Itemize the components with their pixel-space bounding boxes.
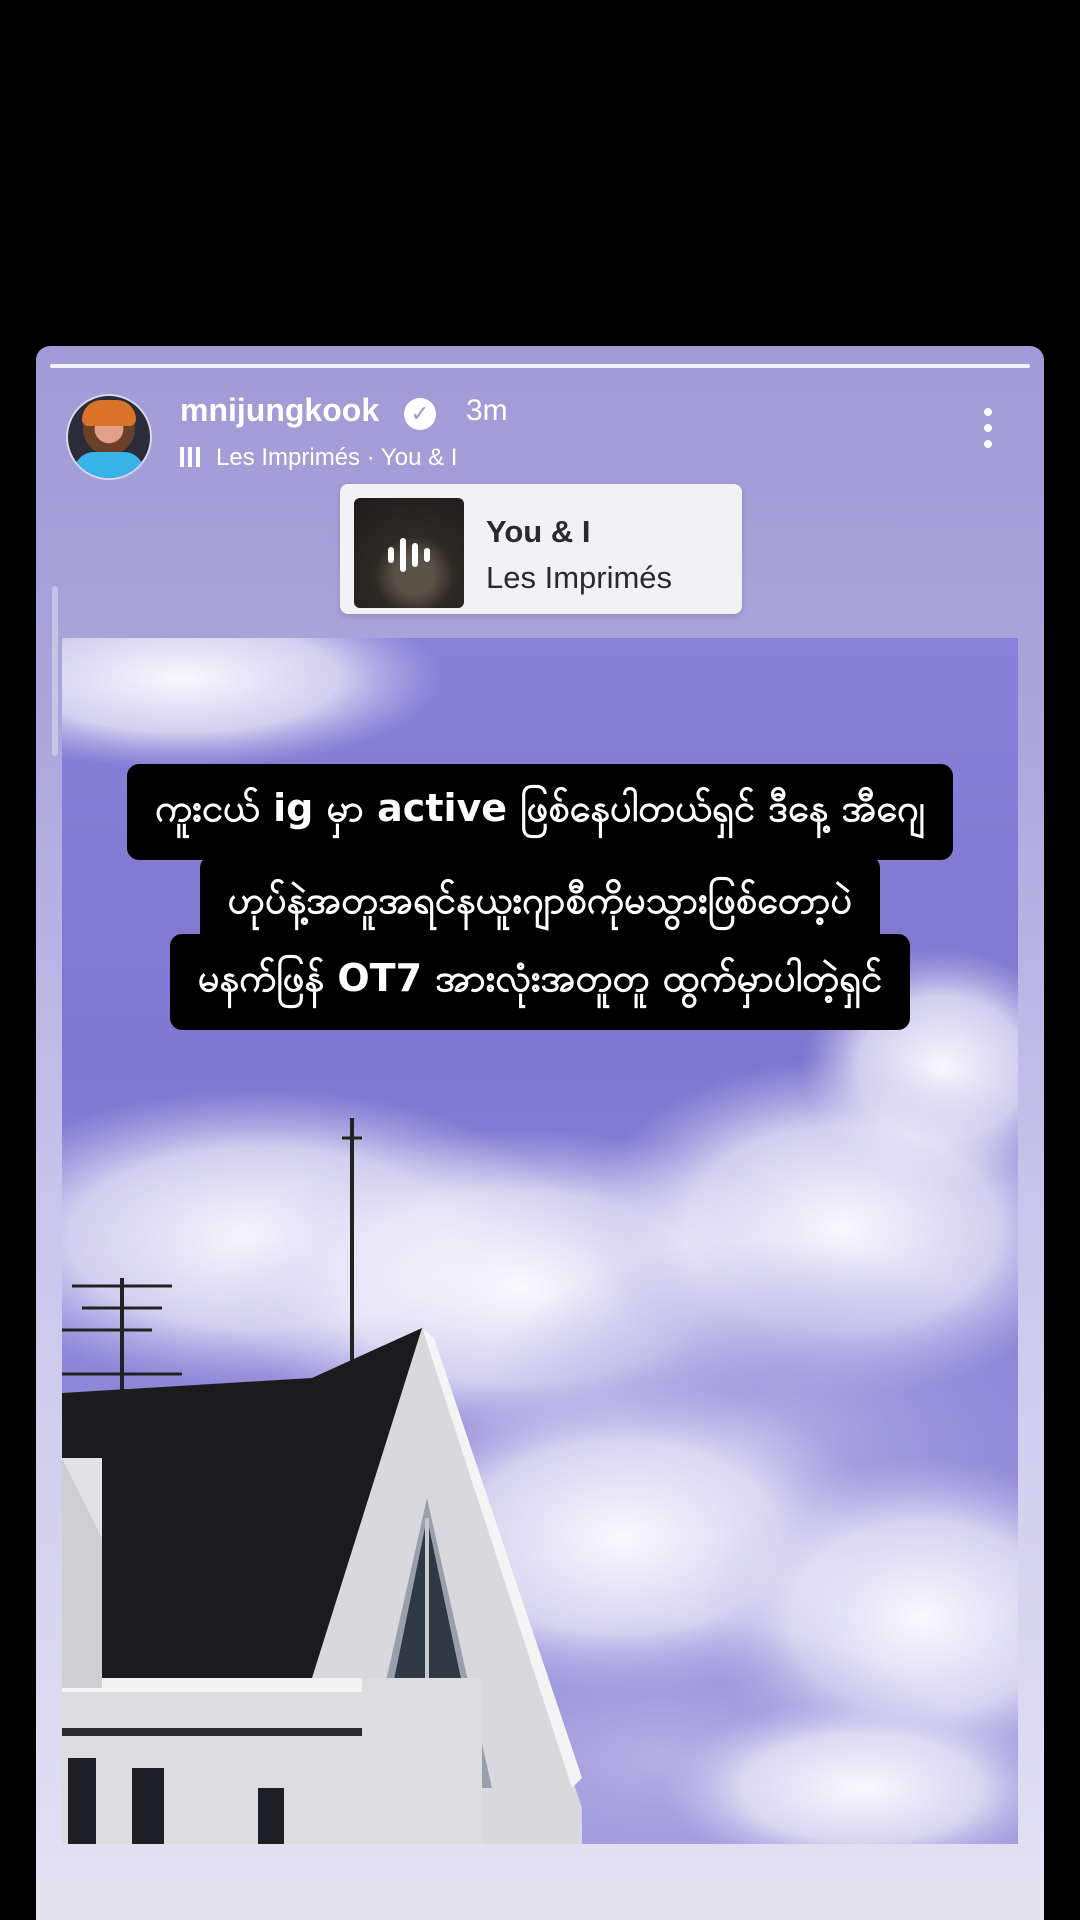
song-title: You & I xyxy=(486,514,591,549)
story-bottom-bar xyxy=(36,1882,1044,1920)
scroll-indicator xyxy=(52,586,58,756)
music-attribution-text: Les Imprimés · You & I xyxy=(216,444,458,471)
audio-wave-icon xyxy=(388,538,430,572)
username[interactable]: mnijungkook xyxy=(180,392,379,429)
caption-line-3: မနက်ဖြန် OT7 အားလုံးအတူတူ ထွက်မှာပါတဲ့ရှ… xyxy=(169,934,911,1030)
post-time: 3m xyxy=(466,394,508,427)
song-artist: Les Imprimés xyxy=(486,560,673,595)
caption-line-1-row: ကူးငယ် ig မှာ active ဖြစ်နေပါတယ်ရှင် ဒီန… xyxy=(0,764,1080,860)
album-art xyxy=(354,498,464,608)
story-card[interactable]: mnijungkook ✓ 3m Les Imprimés · You & I … xyxy=(36,346,1044,1920)
music-bars-icon xyxy=(180,447,204,467)
avatar[interactable] xyxy=(66,394,152,480)
music-sticker[interactable]: You & I Les Imprimés xyxy=(340,484,742,614)
verified-badge-icon: ✓ xyxy=(404,398,436,430)
music-attribution[interactable]: Les Imprimés · You & I xyxy=(180,444,457,472)
story-progress-bar xyxy=(50,364,1030,368)
more-vertical-icon[interactable] xyxy=(982,408,994,452)
caption-line-3-row: မနက်ဖြန် OT7 အားလုံးအတူတူ ထွက်မှာပါတဲ့ရှ… xyxy=(0,934,1080,1030)
caption-line-1: ကူးငယ် ig မှာ active ဖြစ်နေပါတယ်ရှင် ဒီန… xyxy=(127,764,953,860)
